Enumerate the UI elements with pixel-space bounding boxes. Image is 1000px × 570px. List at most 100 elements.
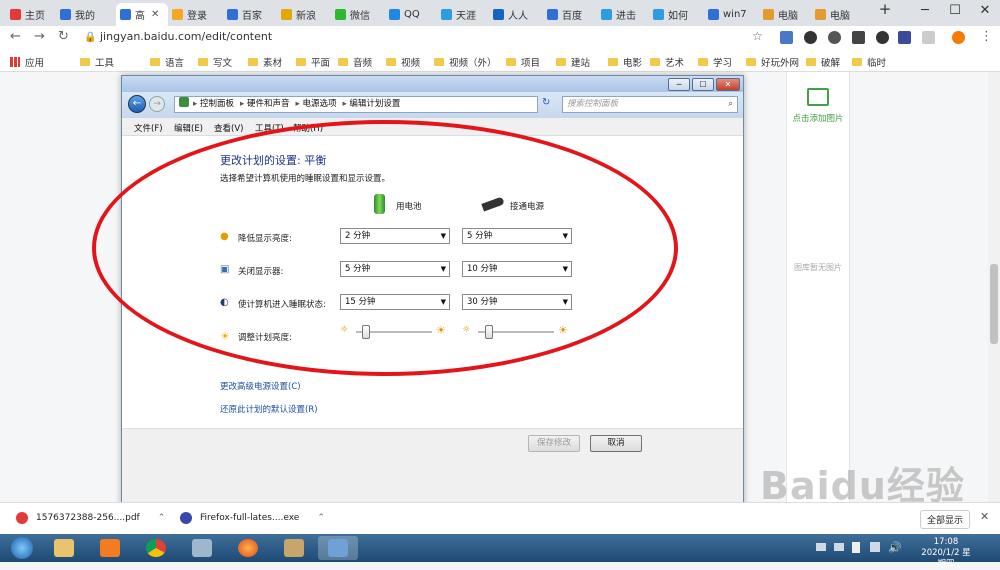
back-icon[interactable]: ← [128,95,146,113]
download-item[interactable]: Firefox-full-lates....exe ⌃ [180,512,325,524]
extension-icon[interactable] [922,31,935,44]
bookmark-item[interactable]: 写文 [198,55,232,69]
taskbar-firefox[interactable] [230,536,266,560]
minimize-button[interactable]: ─ [910,3,940,18]
taskbar-chrome[interactable] [138,536,174,560]
browser-tab[interactable]: 进击 [597,3,649,26]
star-icon[interactable]: ☆ [752,29,763,43]
system-clock[interactable]: 17:08 2020/1/2 星期四 [918,537,974,570]
bookmark-item[interactable]: 平面 [296,55,330,69]
bookmark-item[interactable]: 临时 [852,55,886,69]
taskbar-explorer[interactable] [46,536,82,560]
refresh-icon[interactable]: ↻ [542,97,550,108]
search-input[interactable]: 搜索控制面板 ⌕ [562,96,738,113]
maximize-button[interactable]: ☐ [940,3,970,18]
page-scrollbar[interactable] [988,72,1000,502]
window-titlebar[interactable]: ─ ☐ ✕ [122,76,743,92]
taskbar-media[interactable] [92,536,128,560]
keyboard-icon[interactable] [816,543,826,551]
breadcrumb-item[interactable]: 电源选项 [302,99,336,109]
close-tab-icon[interactable]: ✕ [151,9,159,20]
bookmark-item[interactable]: 项目 [506,55,540,69]
bookmark-item[interactable]: 视频（外） [434,55,497,69]
chevron-up-icon[interactable]: ⌃ [158,513,166,523]
extension-icon[interactable] [804,31,817,44]
menu-item[interactable]: 文件(F) [134,122,163,134]
browser-tab[interactable]: win7 [704,3,759,26]
bookmark-item[interactable]: 视频 [386,55,420,69]
tab-label: 我的 [75,11,95,22]
show-all-downloads-button[interactable]: 全部显示 [920,510,971,529]
bookmark-item[interactable]: 学习 [698,55,732,69]
browser-tab[interactable]: 人人 [489,3,543,26]
browser-tab-bar: 主页 我的高 ✕ 登录 百家 新浪 微信 QQ 天涯 人人 百度 进击 如何 win7 电脑 电脑 + ─ ☐… [0,0,1000,26]
browser-tab[interactable]: 微信 [331,3,385,26]
url-field[interactable]: jingyan.baidu.com/edit/content [100,30,272,43]
taskbar-app[interactable] [184,536,220,560]
browser-tab[interactable]: 百家 [223,3,277,26]
menu-item[interactable]: 编辑(E) [174,122,203,134]
new-tab-button[interactable]: + [870,0,900,18]
bookmark-item[interactable]: 素材 [248,55,282,69]
folder-icon [608,58,618,66]
bookmark-item[interactable]: 电影 [608,55,642,69]
bookmark-item[interactable]: 艺术 [650,55,684,69]
taskbar-control-panel[interactable] [318,536,358,560]
breadcrumb-item[interactable]: 控制面板 [200,99,234,109]
close-button[interactable]: ✕ [970,3,1000,18]
extension-icon[interactable] [876,31,889,44]
taskbar-paint[interactable] [276,536,312,560]
translate-icon[interactable] [780,31,793,44]
scrollbar-thumb[interactable] [990,264,998,344]
restore-defaults-link[interactable]: 还原此计划的默认设置(R) [220,403,318,415]
browser-tab[interactable]: 电脑 [759,3,811,26]
bookmark-item[interactable]: 破解 [806,55,840,69]
search-icon[interactable]: ⌕ [728,97,733,112]
volume-icon[interactable]: 🔊 [888,541,902,554]
bookmark-item[interactable]: 应用 [10,55,44,69]
browser-tab[interactable]: 新浪 [277,3,331,26]
chevron-up-icon[interactable]: ⌃ [317,513,325,523]
menu-icon[interactable]: ⋮ [980,29,993,44]
menu-item[interactable]: 查看(V) [214,122,243,134]
browser-tab[interactable]: 如何 [649,3,704,26]
back-icon[interactable]: ← [10,29,21,44]
reload-icon[interactable]: ↻ [58,29,69,44]
close-icon[interactable]: ✕ [980,510,989,523]
add-picture-button[interactable]: 点击添加图片 [787,80,849,124]
power-icon[interactable] [852,542,860,553]
bookmark-item[interactable]: 建站 [556,55,590,69]
bookmark-item[interactable]: 音频 [338,55,372,69]
bookmark-item[interactable]: 好玩外网 [746,55,799,69]
browser-tab[interactable]: 登录 [168,3,223,26]
browser-tab[interactable]: 主页 [6,3,56,26]
breadcrumb-item[interactable]: 硬件和声音 [247,99,290,109]
advanced-settings-link[interactable]: 更改高级电源设置(C) [220,380,301,392]
save-button[interactable]: 保存修改 [528,435,580,452]
breadcrumb[interactable]: ▸ 控制面板 ▸ 硬件和声音 ▸ 电源选项 ▸ 编辑计划设置 [174,96,538,113]
forward-icon[interactable]: → [34,29,45,44]
browser-tab[interactable]: 天涯 [437,3,489,26]
forward-icon[interactable]: → [149,96,165,112]
win-close-button[interactable]: ✕ [716,78,740,91]
browser-tab[interactable]: 高 ✕ [116,3,168,26]
download-item[interactable]: 1576372388-256....pdf ⌃ [16,512,165,524]
win-maximize-button[interactable]: ☐ [692,78,714,91]
profile-avatar[interactable] [952,31,965,44]
cancel-button[interactable]: 取消 [590,435,642,452]
download-icon[interactable] [852,31,865,44]
browser-tab[interactable]: 我的 [56,3,116,26]
tray-icon[interactable] [834,543,844,551]
browser-tab[interactable]: 电脑 [811,3,863,26]
bookmark-item[interactable]: 语言 [150,55,184,69]
start-button[interactable] [2,536,42,560]
extension-icon[interactable] [828,31,841,44]
browser-tab[interactable]: 百度 [543,3,597,26]
bookmark-label: 电影 [623,58,643,69]
bookmark-item[interactable]: 工具 [80,55,114,69]
network-icon[interactable] [870,542,880,552]
breadcrumb-item[interactable]: 编辑计划设置 [349,99,400,109]
browser-tab[interactable]: QQ [385,3,437,26]
extension-icon[interactable] [898,31,911,44]
win-minimize-button[interactable]: ─ [668,78,690,91]
